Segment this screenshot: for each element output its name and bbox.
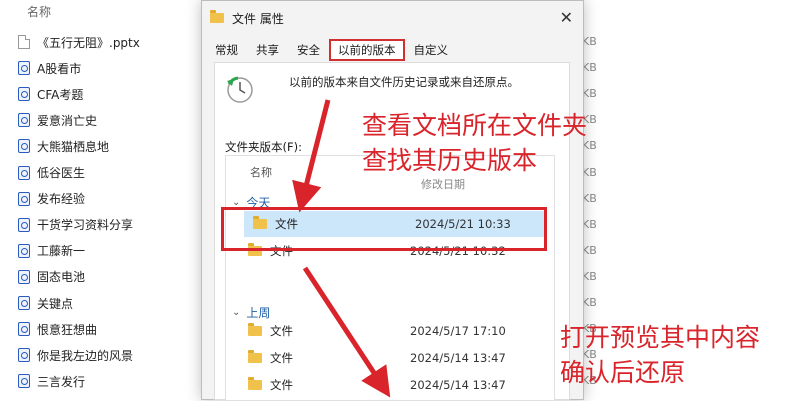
file-name: 你是我左边的风景	[37, 348, 134, 363]
version-row[interactable]: 文件 2024/5/17 17:10	[239, 318, 544, 344]
file-name: 爱意消亡史	[37, 113, 98, 128]
file-name: 发布经验	[37, 192, 86, 207]
version-date: 2024/5/14 13:47	[410, 378, 506, 392]
file-name: 大熊猫栖息地	[37, 139, 110, 154]
tab-strip: 常规 共享 安全 以前的版本 自定义	[206, 39, 457, 61]
chevron-down-icon: ⌄	[232, 307, 241, 318]
shortcut-icon	[18, 296, 30, 310]
file-name: 三言发行	[37, 374, 86, 389]
file-name: CFA考题	[37, 87, 84, 102]
file-row[interactable]: A股看市	[18, 55, 81, 81]
shortcut-icon	[18, 113, 30, 128]
annotation-line: 确认后还原	[560, 358, 686, 387]
versions-list[interactable]: 名称 修改日期 ⌄ 今天 文件 2024/5/21 10:33 文件 2024/…	[225, 155, 555, 401]
version-row[interactable]: 文件 2024/5/14 13:47	[239, 345, 544, 371]
shortcut-icon	[18, 61, 30, 76]
file-row[interactable]: 干货学习资料分享	[18, 212, 133, 238]
shortcut-icon	[18, 348, 30, 363]
version-date: 2024/5/14 13:47	[410, 351, 506, 365]
highlight-box	[221, 207, 547, 251]
tab-customize[interactable]: 自定义	[405, 39, 458, 61]
annotation-bottom: 打开预览其中内容 确认后还原	[560, 320, 760, 390]
file-row[interactable]: 爱意消亡史	[18, 107, 97, 133]
tab-security[interactable]: 安全	[288, 39, 329, 61]
file-name: 干货学习资料分享	[37, 218, 134, 233]
shortcut-icon	[18, 191, 30, 206]
name-column-header[interactable]: 名称	[27, 3, 51, 20]
shortcut-icon	[18, 322, 30, 337]
shortcut-icon	[18, 217, 30, 232]
folder-versions-label: 文件夹版本(F):	[225, 140, 302, 154]
file-row[interactable]: CFA考题	[18, 81, 83, 107]
shortcut-icon	[18, 87, 30, 102]
file-row[interactable]: 《五行无阻》.pptx	[18, 29, 140, 55]
file-size: KB	[582, 243, 597, 257]
shortcut-icon	[18, 243, 30, 258]
dialog-titlebar: 文件 属性 ✕	[202, 1, 583, 35]
file-size: KB	[582, 61, 597, 75]
version-date: 2024/5/17 17:10	[410, 324, 506, 338]
tab-previous-versions[interactable]: 以前的版本	[329, 39, 405, 61]
list-header-date[interactable]: 修改日期	[421, 176, 465, 192]
file-size: KB	[582, 296, 597, 309]
file-row[interactable]: 固态电池	[18, 264, 85, 290]
folder-icon	[248, 377, 262, 390]
folder-icon	[248, 323, 262, 336]
file-size: KB	[582, 87, 597, 101]
file-name: 低谷医生	[37, 166, 86, 180]
file-history-icon	[227, 76, 253, 103]
shortcut-icon	[18, 269, 30, 284]
file-row[interactable]: 低谷医生	[18, 160, 85, 186]
file-row[interactable]: 恨意狂想曲	[18, 316, 97, 342]
file-row[interactable]: 工藤新一	[18, 238, 85, 264]
shortcut-icon	[18, 165, 30, 180]
version-name: 文件	[270, 378, 293, 392]
file-name: 固态电池	[37, 270, 86, 285]
annotation-line: 打开预览其中内容	[560, 323, 761, 352]
file-row[interactable]: 大熊猫栖息地	[18, 133, 109, 159]
file-size: KB	[582, 217, 597, 231]
properties-dialog: 文件 属性 ✕ 常规 共享 安全 以前的版本 自定义 以前的版本来自文件历史记录…	[201, 0, 584, 401]
annotation-line: 查找其历史版本	[362, 146, 538, 175]
file-row[interactable]: 三言发行	[18, 368, 85, 394]
annotation-top: 查看文档所在文件夹 查找其历史版本	[362, 108, 587, 178]
folder-icon	[248, 350, 262, 363]
shortcut-icon	[18, 374, 30, 389]
file-size: KB	[582, 269, 597, 283]
file-name: 恨意狂想曲	[37, 322, 98, 337]
document-icon	[18, 35, 30, 49]
list-header-name[interactable]: 名称	[250, 164, 272, 180]
shortcut-icon	[18, 139, 30, 154]
annotation-line: 查看文档所在文件夹	[362, 111, 588, 140]
version-name: 文件	[270, 351, 293, 365]
file-row[interactable]: 你是我左边的风景	[18, 342, 133, 368]
file-name: 《五行无阻》.pptx	[37, 35, 140, 50]
version-name: 文件	[270, 324, 293, 338]
close-button[interactable]: ✕	[560, 10, 573, 26]
file-row[interactable]: 发布经验	[18, 186, 85, 212]
tab-sharing[interactable]: 共享	[247, 39, 288, 61]
folder-icon	[210, 10, 224, 23]
file-name: A股看市	[37, 61, 82, 76]
dialog-title: 文件 属性	[232, 11, 284, 26]
info-text: 以前的版本来自文件历史记录或来自还原点。	[289, 75, 519, 89]
file-row[interactable]: 关键点	[18, 290, 73, 316]
file-size: KB	[582, 35, 597, 48]
tab-general[interactable]: 常规	[206, 39, 247, 61]
file-name: 关键点	[37, 296, 74, 311]
file-name: 工藤新一	[37, 244, 86, 259]
file-size: KB	[582, 191, 597, 205]
version-row[interactable]: 文件 2024/5/14 13:47	[239, 372, 544, 398]
